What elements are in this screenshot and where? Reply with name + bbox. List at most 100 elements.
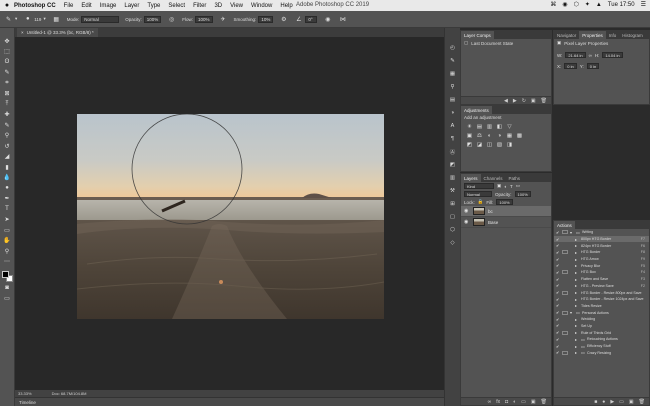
posterize-icon[interactable]: ◪: [476, 141, 483, 148]
tab-info[interactable]: Info: [606, 31, 620, 39]
filter-adjust-icon[interactable]: ◐: [504, 184, 507, 189]
mode-select[interactable]: Normal: [81, 15, 120, 23]
swatches-panel-icon[interactable]: ▤: [447, 94, 458, 106]
menu-window[interactable]: Window: [251, 3, 272, 9]
crop-tool-icon[interactable]: ⌗: [2, 78, 13, 89]
brush-tool-icon[interactable]: ✎: [2, 120, 13, 131]
dialog-toggle-icon[interactable]: [562, 264, 568, 268]
menu-3d[interactable]: 3D: [214, 3, 222, 9]
exposure-icon[interactable]: ◧: [496, 123, 503, 130]
action-row[interactable]: ✔ ▸ Privacy Blur F5: [554, 262, 649, 269]
dodge-tool-icon[interactable]: ●: [2, 183, 13, 194]
tool-presets-panel-icon[interactable]: ⚒: [447, 185, 458, 197]
lasso-tool-icon[interactable]: ʘ: [2, 57, 13, 68]
pressure-size-toggle[interactable]: ◉: [323, 15, 332, 24]
stop-icon[interactable]: ■: [594, 399, 597, 405]
tab-adjustments[interactable]: Adjustments: [461, 106, 492, 114]
lock-icon[interactable]: 🔒: [478, 199, 484, 205]
pressure-opacity-toggle[interactable]: ◎: [167, 15, 176, 24]
move-tool-icon[interactable]: ✥: [2, 36, 13, 47]
delete-action-icon[interactable]: 🗑: [639, 399, 645, 405]
close-document-icon[interactable]: ×: [21, 30, 24, 35]
new-set-icon[interactable]: ▭: [619, 399, 624, 405]
height-field[interactable]: 14.04 in: [602, 52, 623, 58]
tab-actions[interactable]: Actions: [554, 221, 575, 229]
eye-icon[interactable]: ◉: [464, 208, 470, 214]
frame-tool-icon[interactable]: ⊠: [2, 89, 13, 100]
action-set-row[interactable]: ✔ ▸ ▭ Efficiency Stuff: [554, 343, 649, 350]
character-panel-icon[interactable]: A: [447, 120, 458, 132]
fx-icon[interactable]: fx: [496, 399, 500, 405]
dialog-toggle-icon[interactable]: [562, 310, 568, 315]
delete-comp-icon[interactable]: 🗑: [541, 98, 547, 104]
layer-fill-field[interactable]: 100%: [496, 199, 513, 205]
smoothing-field[interactable]: 10%: [258, 15, 274, 23]
notification-center-icon[interactable]: ☰: [641, 1, 646, 8]
photo-filter-icon[interactable]: ◑: [496, 132, 503, 139]
quick-select-tool-icon[interactable]: ✎: [2, 68, 13, 79]
action-set-row[interactable]: ✔ ▾ ▭ Writing: [554, 229, 649, 236]
layer-opacity-field[interactable]: 100%: [514, 191, 531, 197]
dialog-toggle-icon[interactable]: [562, 330, 568, 335]
zoom-tool-icon[interactable]: ⚲: [2, 246, 13, 257]
clone-stamp-tool-icon[interactable]: ⚲: [2, 131, 13, 142]
eye-icon[interactable]: ◉: [464, 219, 470, 225]
filter-shape-icon[interactable]: ▭: [516, 183, 520, 189]
more-tools-icon[interactable]: ⋯: [2, 257, 13, 268]
action-row[interactable]: ✔ ▸ HTG Border - Resize 800px and Save: [554, 289, 649, 296]
apply-next-icon[interactable]: ▶: [513, 98, 517, 104]
dialog-toggle-icon[interactable]: [562, 350, 568, 355]
vibrance-icon[interactable]: ▽: [506, 123, 513, 130]
brush-settings-toggle[interactable]: ▦: [52, 15, 61, 24]
status-icon-4[interactable]: ✦: [585, 1, 590, 8]
timeline-panel-tab[interactable]: Timeline: [15, 397, 444, 406]
action-row[interactable]: ✔ ▸ 800px HTG Border F7: [554, 235, 649, 243]
quick-mask-icon[interactable]: ◙: [2, 283, 13, 294]
delete-layer-icon[interactable]: 🗑: [541, 399, 547, 405]
menu-image[interactable]: Image: [100, 3, 117, 9]
new-adjustment-icon[interactable]: ◐: [513, 399, 516, 405]
flow-field[interactable]: 100%: [195, 15, 213, 23]
canvas-area[interactable]: [15, 37, 444, 390]
blend-mode-select[interactable]: Normal: [464, 191, 492, 197]
layer-row[interactable]: ◉ bc: [461, 206, 551, 217]
black-white-icon[interactable]: ◐: [486, 132, 493, 139]
tool-preset-picker[interactable]: ✎ ▾: [4, 15, 17, 24]
libraries-panel-icon[interactable]: ▥: [447, 172, 458, 184]
width-field[interactable]: 21.64 in: [565, 52, 586, 58]
styles-panel-icon[interactable]: ◩: [447, 159, 458, 171]
tab-navigator[interactable]: Navigator: [554, 31, 579, 39]
tab-layer-comps[interactable]: Layer Comps: [461, 31, 494, 39]
document-image[interactable]: [77, 114, 384, 319]
dialog-toggle-icon[interactable]: [562, 244, 568, 248]
brush-settings-panel-icon[interactable]: ▦: [447, 68, 458, 80]
dialog-toggle-icon[interactable]: [562, 304, 568, 308]
dialog-toggle-icon[interactable]: [562, 250, 568, 255]
dialog-toggle-icon[interactable]: [562, 324, 568, 328]
eyedropper-tool-icon[interactable]: ⤒: [2, 99, 13, 110]
color-panel-icon[interactable]: ◑: [447, 107, 458, 119]
selective-color-icon[interactable]: ◨: [506, 141, 513, 148]
record-icon[interactable]: ●: [602, 399, 605, 405]
invert-icon[interactable]: ◩: [466, 141, 473, 148]
action-set-row[interactable]: ✔ ▾ ▭ Personal Actions: [554, 309, 649, 316]
filter-type-icon[interactable]: T: [510, 184, 513, 189]
history-brush-tool-icon[interactable]: ↺: [2, 141, 13, 152]
dialog-toggle-icon[interactable]: [562, 270, 568, 275]
symmetry-toggle[interactable]: ⋈: [338, 15, 347, 24]
history-panel-icon[interactable]: ◴: [447, 42, 458, 54]
action-row[interactable]: ✔ ▸ HTG Border F8: [554, 249, 649, 256]
menu-photoshop[interactable]: Photoshop CC: [14, 3, 56, 9]
update-comp-icon[interactable]: ↻: [522, 98, 526, 104]
menu-file[interactable]: File: [64, 3, 74, 9]
dialog-toggle-icon[interactable]: [562, 230, 568, 235]
measurement-panel-icon[interactable]: ⊞: [447, 198, 458, 210]
color-swatches[interactable]: [1, 271, 13, 283]
action-row[interactable]: ✔ ▸ Set Up: [554, 323, 649, 330]
menu-view[interactable]: View: [230, 3, 243, 9]
action-row[interactable]: ✔ ▸ Tides Resize: [554, 303, 649, 310]
menu-edit[interactable]: Edit: [81, 3, 91, 9]
apple-menu-icon[interactable]: ●: [0, 2, 14, 9]
tab-properties[interactable]: Properties: [579, 31, 606, 39]
y-field[interactable]: 0 in: [586, 63, 600, 69]
